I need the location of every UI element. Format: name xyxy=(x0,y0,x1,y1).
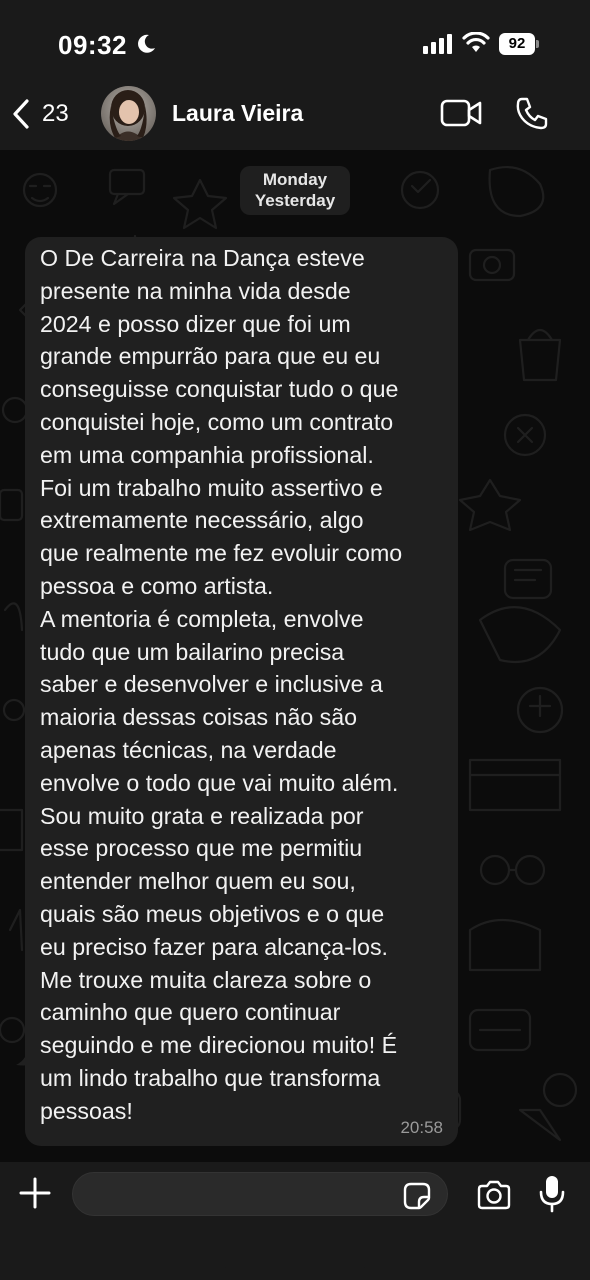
wifi-icon xyxy=(462,32,490,52)
microphone-button[interactable] xyxy=(539,1174,565,1219)
battery-indicator: 92 xyxy=(499,33,539,55)
plus-icon xyxy=(19,1177,51,1209)
video-call-button[interactable] xyxy=(440,98,482,133)
sticker-button[interactable] xyxy=(402,1181,432,1216)
camera-icon xyxy=(477,1180,511,1210)
message-input[interactable] xyxy=(72,1172,448,1216)
input-bar xyxy=(0,1162,590,1280)
date-separator: Monday Yesterday xyxy=(240,166,350,215)
status-bar: 09:32 92 xyxy=(0,0,590,78)
message-text: O De Carreira na Dança esteve presente n… xyxy=(40,245,403,1124)
avatar[interactable] xyxy=(101,86,156,141)
home-indicator xyxy=(224,1267,366,1272)
camera-button[interactable] xyxy=(476,1180,512,1215)
attach-button[interactable] xyxy=(18,1176,52,1215)
chevron-left-icon xyxy=(13,99,29,129)
date-day: Monday xyxy=(262,170,328,189)
message-time: 20:58 xyxy=(400,1118,443,1137)
status-time: 09:32 xyxy=(58,30,127,60)
cellular-signal-icon xyxy=(423,34,452,54)
chat-header: 23 Laura Vieira xyxy=(0,78,590,150)
microphone-icon xyxy=(539,1176,565,1213)
phone-icon xyxy=(516,97,548,130)
contact-name[interactable]: Laura Vieira xyxy=(172,100,303,127)
message-bubble[interactable]: O De Carreira na Dança esteve presente n… xyxy=(25,237,458,1146)
date-relative: Yesterday xyxy=(254,191,336,210)
video-camera-icon xyxy=(440,99,482,127)
contact-photo xyxy=(101,86,156,141)
moon-icon xyxy=(138,34,155,53)
chat-area[interactable]: Monday Yesterday O De Carreira na Dança … xyxy=(0,150,590,1162)
back-button[interactable]: 23 xyxy=(10,92,69,136)
sticker-icon xyxy=(403,1182,431,1210)
voice-call-button[interactable] xyxy=(515,96,549,135)
unread-count: 23 xyxy=(42,100,69,127)
battery-level: 92 xyxy=(499,33,535,55)
battery-cap xyxy=(536,40,539,48)
